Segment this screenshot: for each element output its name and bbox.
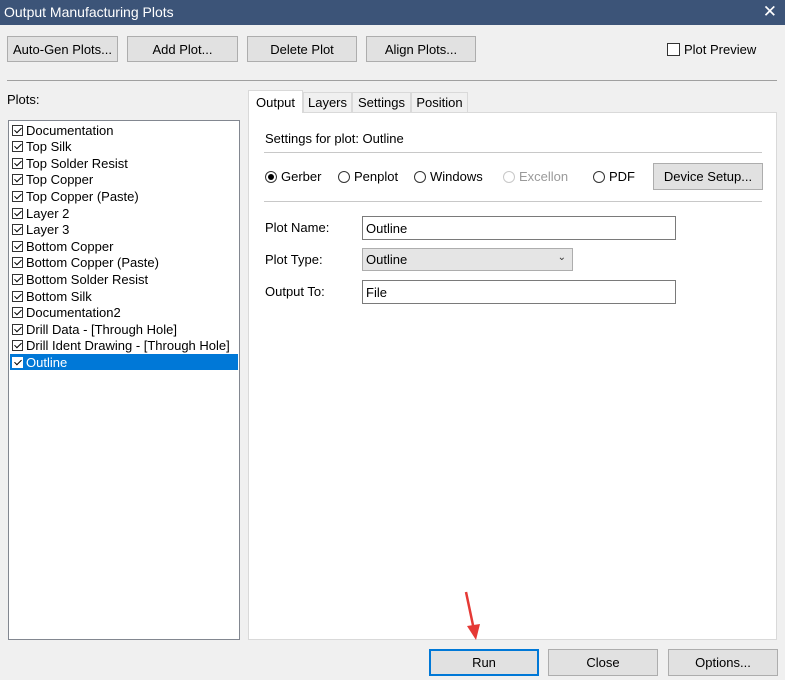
add-plot-button[interactable]: Add Plot... (127, 36, 238, 62)
close-button[interactable]: Close (548, 649, 658, 676)
plot-list-item[interactable]: Layer 2 (10, 205, 238, 221)
windows-label: Windows (430, 169, 483, 184)
plot-label: Top Silk (26, 139, 72, 155)
plot-label: Bottom Solder Resist (26, 271, 149, 287)
plot-type-select[interactable]: Outline ⌄ (362, 248, 573, 271)
plot-label: Outline (26, 354, 68, 370)
plot-checkbox[interactable] (12, 356, 23, 368)
plot-type-label: Plot Type: (265, 252, 323, 267)
format-excellon: Excellon (503, 169, 568, 184)
plot-list-item[interactable]: Top Copper (10, 172, 238, 188)
plot-list-item[interactable]: Bottom Silk (10, 288, 238, 304)
plot-label: Documentation2 (26, 305, 121, 321)
plot-list-item[interactable]: Bottom Copper (Paste) (10, 255, 238, 271)
annotation-arrow-icon (464, 591, 480, 640)
plot-checkbox[interactable] (12, 174, 23, 186)
plot-type-value: Outline (366, 252, 408, 267)
options-button[interactable]: Options... (668, 649, 778, 676)
plots-list[interactable]: Documentation Top Silk Top Solder Resist To… (8, 120, 240, 640)
plot-label: Top Copper (26, 172, 94, 188)
close-icon[interactable]: ✕ (763, 2, 777, 22)
plot-preview-toggle[interactable]: Plot Preview (667, 42, 756, 57)
window-title: Output Manufacturing Plots (4, 4, 174, 20)
plot-checkbox[interactable] (12, 240, 23, 252)
plot-list-item[interactable]: Drill Data - [Through Hole] (10, 321, 238, 337)
plot-label: Layer 2 (26, 205, 70, 221)
windows-radio[interactable] (414, 170, 426, 183)
plot-label: Top Solder Resist (26, 155, 128, 171)
plot-checkbox[interactable] (12, 157, 23, 169)
auto-gen-plots-button[interactable]: Auto-Gen Plots... (7, 36, 118, 62)
plot-label: Bottom Copper (26, 238, 114, 254)
plot-preview-label: Plot Preview (684, 42, 757, 57)
plot-label: Bottom Silk (26, 288, 92, 304)
plot-preview-checkbox[interactable] (667, 43, 680, 56)
plot-list-item[interactable]: Drill Ident Drawing - [Through Hole] (10, 338, 238, 354)
plot-label: Documentation (26, 122, 114, 138)
align-plots-button[interactable]: Align Plots... (366, 36, 476, 62)
plot-checkbox[interactable] (12, 307, 23, 319)
plot-checkbox[interactable] (12, 190, 23, 202)
penplot-radio[interactable] (338, 170, 350, 183)
plot-checkbox[interactable] (12, 340, 23, 352)
plot-list-item[interactable]: Bottom Copper (10, 238, 238, 254)
excellon-radio (503, 170, 515, 183)
plot-label: Drill Data - [Through Hole] (26, 321, 177, 337)
plot-checkbox[interactable] (12, 290, 23, 302)
plot-list-item[interactable]: Layer 3 (10, 222, 238, 238)
plot-list-item[interactable]: Top Copper (Paste) (10, 188, 238, 204)
toolbar-divider (7, 80, 777, 81)
output-to-input[interactable]: File (362, 280, 676, 304)
plot-list-item[interactable]: Documentation2 (10, 305, 238, 321)
gerber-radio[interactable] (265, 170, 277, 183)
heading-divider (264, 152, 762, 153)
excellon-label: Excellon (519, 169, 569, 184)
tab-position[interactable]: Position (411, 92, 468, 112)
delete-plot-button[interactable]: Delete Plot (247, 36, 357, 62)
format-pdf[interactable]: PDF (593, 169, 635, 184)
output-to-label: Output To: (265, 284, 325, 299)
run-button[interactable]: Run (429, 649, 539, 676)
chevron-down-icon: ⌄ (557, 252, 566, 263)
pdf-label: PDF (609, 169, 635, 184)
plot-checkbox[interactable] (12, 224, 23, 236)
plot-checkbox[interactable] (12, 141, 23, 153)
plot-label: Drill Ident Drawing - [Through Hole] (26, 338, 230, 354)
plot-name-input[interactable]: Outline (362, 216, 676, 240)
tab-layers[interactable]: Layers (303, 92, 352, 112)
plot-label: Bottom Copper (Paste) (26, 255, 159, 271)
settings-heading: Settings for plot: Outline (265, 131, 404, 146)
output-panel: Settings for plot: Outline Gerber Penplo… (248, 112, 777, 640)
plot-list-item[interactable]: Top Solder Resist (10, 155, 238, 171)
plot-checkbox[interactable] (12, 207, 23, 219)
plot-list-item[interactable]: Bottom Solder Resist (10, 271, 238, 287)
device-setup-button[interactable]: Device Setup... (653, 163, 763, 190)
plot-checkbox[interactable] (12, 257, 23, 269)
format-gerber[interactable]: Gerber (265, 169, 321, 184)
plot-list-item[interactable]: Documentation (10, 122, 238, 138)
plot-label: Top Copper (Paste) (26, 188, 139, 204)
plot-list-item[interactable]: Top Silk (10, 139, 238, 155)
format-divider (264, 201, 762, 202)
plot-list-item[interactable]: Outline (10, 354, 238, 371)
plots-header: Plots: (7, 92, 40, 107)
pdf-radio[interactable] (593, 170, 605, 183)
plot-name-label: Plot Name: (265, 220, 330, 235)
plot-checkbox[interactable] (12, 124, 23, 136)
plot-label: Layer 3 (26, 222, 70, 238)
penplot-label: Penplot (354, 169, 399, 184)
title-bar: Output Manufacturing Plots ✕ (0, 0, 785, 25)
format-penplot[interactable]: Penplot (338, 169, 398, 184)
plot-checkbox[interactable] (12, 323, 23, 335)
plot-checkbox[interactable] (12, 273, 23, 285)
tab-output[interactable]: Output (248, 90, 303, 113)
gerber-label: Gerber (281, 169, 322, 184)
format-windows[interactable]: Windows (414, 169, 483, 184)
tab-settings[interactable]: Settings (352, 92, 411, 112)
